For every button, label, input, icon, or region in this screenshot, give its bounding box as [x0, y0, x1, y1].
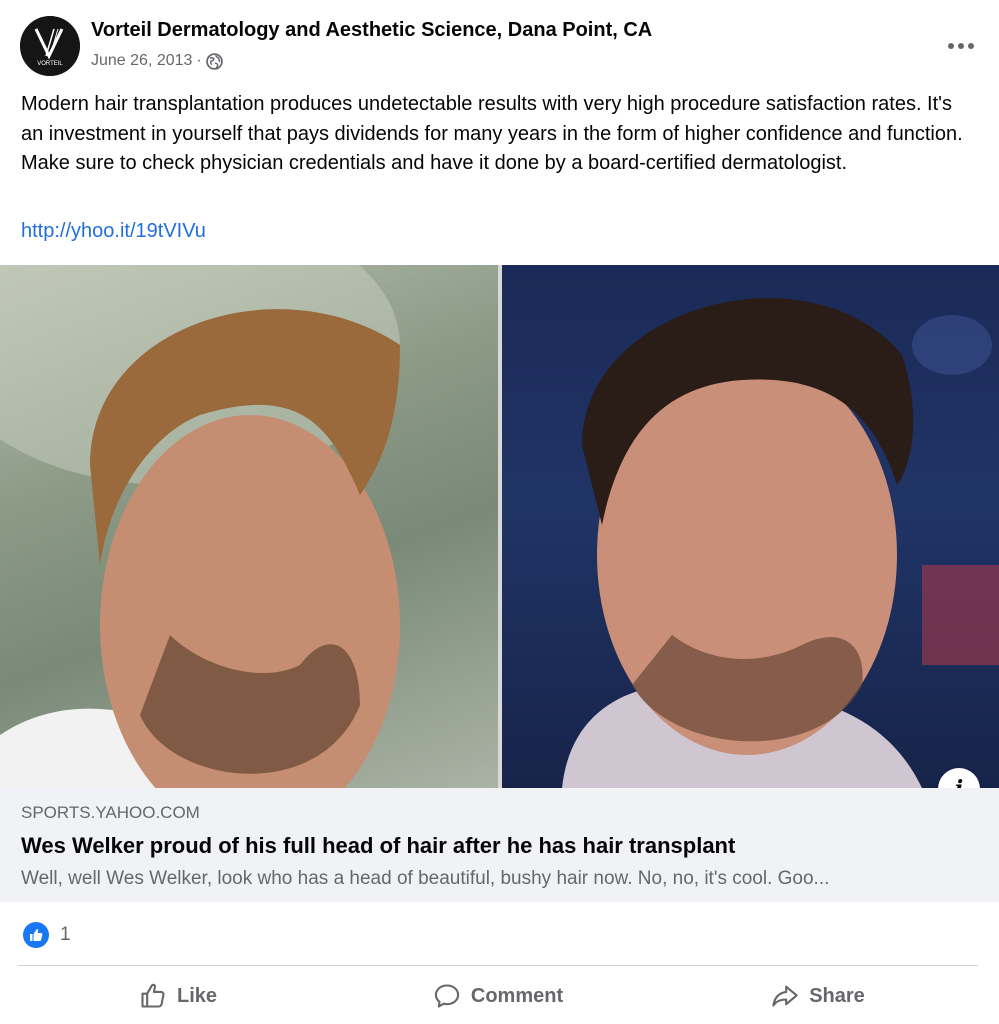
- share-icon: [772, 985, 798, 1007]
- page-name-link[interactable]: Vorteil Dermatology and Aesthetic Scienc…: [91, 19, 652, 42]
- before-photo: [0, 265, 498, 788]
- post-header: VORTEIL Vorteil Dermatology and Aestheti…: [20, 16, 979, 76]
- reactions-summary[interactable]: 1: [23, 920, 71, 950]
- reaction-count: 1: [60, 924, 71, 945]
- after-photo: [502, 265, 999, 788]
- facebook-post: VORTEIL Vorteil Dermatology and Aestheti…: [0, 0, 999, 1024]
- like-label: Like: [176, 984, 218, 1007]
- vorteil-logo: VORTEIL: [20, 16, 80, 76]
- comment-icon: [434, 984, 460, 1008]
- ellipsis-icon: [948, 43, 974, 49]
- meta-separator: ·: [196, 52, 202, 69]
- preview-description: Well, well Wes Welker, look who has a he…: [21, 868, 830, 889]
- link-preview-caption[interactable]: SPORTS.YAHOO.COM Wes Welker proud of his…: [0, 788, 999, 902]
- post-date[interactable]: June 26, 2013: [91, 52, 192, 70]
- link-preview-image[interactable]: [0, 265, 999, 788]
- post-link[interactable]: http://yhoo.it/19tVIVu: [21, 220, 206, 243]
- share-button[interactable]: Share: [658, 972, 978, 1020]
- globe-icon[interactable]: [205, 52, 223, 70]
- post-text: Modern hair transplantation produces und…: [21, 93, 963, 174]
- like-reaction-icon: [23, 922, 49, 948]
- action-bar: Like Comment Share: [18, 972, 978, 1020]
- preview-headline: Wes Welker proud of his full head of hai…: [21, 833, 736, 858]
- more-options-button[interactable]: [943, 28, 979, 64]
- comment-button[interactable]: Comment: [338, 972, 658, 1020]
- comment-label: Comment: [470, 984, 564, 1007]
- share-label: Share: [809, 984, 865, 1007]
- like-button[interactable]: Like: [18, 972, 338, 1020]
- page-avatar[interactable]: VORTEIL: [20, 16, 80, 76]
- avatar-logo-text: VORTEIL: [37, 61, 63, 67]
- preview-domain: SPORTS.YAHOO.COM: [21, 803, 200, 822]
- action-divider: [18, 965, 978, 966]
- thumbs-up-icon: [141, 983, 165, 1008]
- post-meta: June 26, 2013 ·: [91, 52, 223, 70]
